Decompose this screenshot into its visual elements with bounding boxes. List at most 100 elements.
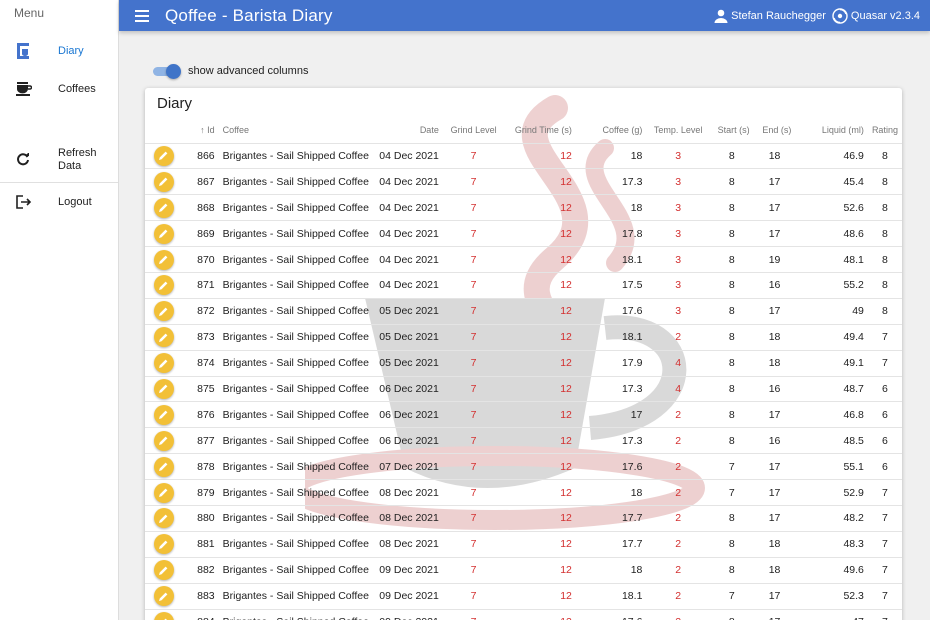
col-grind-time[interactable]: Grind Time (s) (504, 118, 576, 143)
user-icon (714, 9, 728, 23)
col-end[interactable]: End (s) (754, 118, 796, 143)
cell-temp-level: 3 (646, 246, 710, 273)
cell-liquid: 52.6 (795, 194, 868, 221)
cell-coffee-g: 17.7 (575, 530, 647, 558)
edit-button[interactable] (153, 560, 174, 581)
cell-grind-time: 12 (504, 530, 576, 558)
cell-grind-time: 12 (504, 453, 576, 480)
cell-liquid: 49.1 (795, 349, 868, 377)
table-row: 871 Brigantes - Sail Shipped Coffee 04 Dec… (145, 271, 902, 299)
cell-liquid: 49.6 (795, 556, 868, 584)
pencil-icon (159, 307, 168, 316)
nav-item-coffees[interactable]: Coffees (0, 70, 118, 108)
nav-item-diary[interactable]: Diary (0, 32, 118, 70)
cell-grind-level: 7 (442, 246, 505, 273)
col-grind-level[interactable]: Grind Level (443, 118, 505, 143)
edit-button[interactable] (153, 353, 174, 374)
edit-cell (145, 427, 183, 454)
edit-button[interactable] (153, 586, 174, 607)
cell-grind-time: 12 (504, 427, 576, 454)
cell-id: 879 (182, 479, 219, 506)
col-rating[interactable]: Rating (868, 118, 902, 143)
cell-coffee: Brigantes - Sail Shipped Coffee (218, 556, 373, 584)
pencil-icon (159, 255, 168, 264)
cell-end: 17 (753, 168, 796, 195)
cell-coffee: Brigantes - Sail Shipped Coffee (218, 142, 373, 169)
pencil-icon (159, 514, 168, 523)
cell-rating: 6 (867, 375, 902, 402)
hamburger-menu-icon[interactable] (135, 7, 149, 25)
cell-coffee: Brigantes - Sail Shipped Coffee (218, 349, 373, 377)
edit-button[interactable] (153, 430, 174, 451)
nav-item-label: Diary (58, 45, 84, 57)
edit-button[interactable] (153, 197, 174, 218)
nav-item-label: Refresh Data (58, 147, 97, 172)
advanced-columns-toggle[interactable] (153, 64, 181, 79)
cell-liquid: 48.5 (795, 427, 868, 454)
cell-date: 04 Dec 2021 (372, 220, 443, 247)
cell-grind-level: 7 (442, 556, 505, 584)
cell-end: 18 (753, 349, 796, 377)
cell-coffee: Brigantes - Sail Shipped Coffee (218, 479, 373, 506)
edit-cell (145, 142, 183, 169)
col-start[interactable]: Start (s) (710, 118, 754, 143)
pencil-icon (159, 333, 168, 342)
cell-id: 874 (182, 349, 219, 377)
cell-start: 8 (709, 427, 754, 454)
nav-item-label: Coffees (58, 83, 96, 95)
edit-cell (145, 479, 183, 506)
edit-button[interactable] (153, 612, 174, 620)
cell-grind-level: 7 (442, 375, 505, 402)
edit-button[interactable] (153, 223, 174, 244)
table-row: 876 Brigantes - Sail Shipped Coffee 06 Dec… (145, 401, 902, 428)
toggle-label[interactable]: show advanced columns (188, 65, 308, 77)
cell-end: 17 (753, 504, 796, 532)
nav-item-logout[interactable]: Logout (0, 183, 118, 221)
cell-rating: 7 (867, 608, 902, 620)
edit-button[interactable] (153, 482, 174, 503)
nav-item-refresh[interactable]: Refresh Data (0, 138, 118, 182)
edit-button[interactable] (153, 275, 174, 296)
table-row: 878 Brigantes - Sail Shipped Coffee 07 Dec… (145, 453, 902, 480)
cell-grind-level: 7 (442, 427, 505, 454)
sort-asc-icon: ↑ (200, 125, 205, 136)
cell-id: 876 (182, 401, 219, 428)
cell-rating: 7 (867, 556, 902, 584)
table-row: 877 Brigantes - Sail Shipped Coffee 06 Dec… (145, 427, 902, 454)
edit-button[interactable] (153, 508, 174, 529)
col-coffee-g[interactable]: Coffee (g) (576, 118, 647, 143)
cell-temp-level: 2 (646, 479, 710, 506)
edit-button[interactable] (153, 404, 174, 425)
table-row: 882 Brigantes - Sail Shipped Coffee 09 Dec… (145, 556, 902, 584)
table-row: 874 Brigantes - Sail Shipped Coffee 05 Dec… (145, 349, 902, 377)
cell-date: 06 Dec 2021 (372, 401, 443, 428)
cell-date: 07 Dec 2021 (372, 453, 443, 480)
edit-button[interactable] (153, 301, 174, 322)
col-id[interactable]: ↑ Id (182, 118, 218, 143)
col-date[interactable]: Date (373, 118, 443, 143)
edit-button[interactable] (153, 456, 174, 477)
cell-grind-time: 12 (504, 271, 576, 299)
cell-temp-level: 3 (646, 220, 710, 247)
diary-table: ↑ Id Coffee Date Grind Level Grind Time … (145, 118, 902, 620)
cell-coffee-g: 17.9 (575, 349, 647, 377)
pencil-icon (159, 540, 168, 549)
edit-button[interactable] (153, 171, 174, 192)
cell-start: 8 (709, 194, 754, 221)
edit-button[interactable] (153, 249, 174, 270)
cell-grind-level: 7 (442, 504, 505, 532)
cell-coffee: Brigantes - Sail Shipped Coffee (218, 530, 373, 558)
col-coffee[interactable]: Coffee (219, 118, 373, 143)
edit-button[interactable] (153, 327, 174, 348)
col-temp-level[interactable]: Temp. Level (646, 118, 710, 143)
edit-button[interactable] (153, 145, 174, 166)
edit-button[interactable] (153, 534, 174, 555)
edit-button[interactable] (153, 378, 174, 399)
cell-grind-level: 7 (442, 220, 505, 247)
cell-id: 869 (182, 220, 219, 247)
cell-date: 05 Dec 2021 (372, 297, 443, 325)
cell-end: 17 (753, 220, 796, 247)
pencil-icon (159, 410, 168, 420)
col-liquid[interactable]: Liquid (ml) (795, 118, 868, 143)
cell-date: 06 Dec 2021 (372, 427, 443, 454)
